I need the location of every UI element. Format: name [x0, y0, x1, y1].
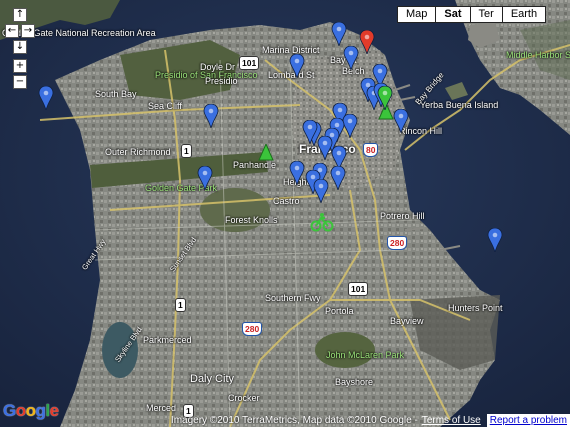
map-type-map-button[interactable]: Map — [397, 6, 437, 23]
i80-shield: 80 — [363, 143, 379, 157]
pan-down-button[interactable]: ↓ — [13, 40, 27, 54]
pan-left-button[interactable]: ← — [5, 24, 19, 38]
red-location-pin-icon[interactable] — [359, 30, 375, 54]
blue-location-pin-icon[interactable] — [203, 104, 219, 128]
report-problem-link[interactable]: Report a problem — [486, 414, 570, 427]
map-type-control: Map Sat Ter Earth — [397, 6, 547, 23]
zoom-out-button[interactable]: − — [13, 75, 27, 89]
ca1-shield: 1 — [175, 298, 186, 312]
park-marker-icon[interactable] — [258, 144, 274, 162]
pan-up-button[interactable]: ↑ — [13, 8, 27, 22]
i280-shield: 280 — [387, 236, 408, 250]
bicycle-marker-icon[interactable] — [310, 212, 334, 232]
map-footer: Imagery ©2010 TerraMetrics, Map data ©20… — [171, 414, 570, 427]
blue-location-pin-icon[interactable] — [313, 179, 329, 203]
logo-text: Google — [3, 401, 59, 420]
map-type-ter-button[interactable]: Ter — [469, 6, 503, 23]
copyright-text: Imagery ©2010 TerraMetrics, Map data ©20… — [170, 415, 418, 426]
pan-right-button[interactable]: → — [21, 24, 35, 38]
map-imagery — [0, 0, 570, 427]
blue-location-pin-icon[interactable] — [330, 166, 346, 190]
blue-location-pin-icon[interactable] — [289, 161, 305, 185]
blue-location-pin-icon[interactable] — [317, 136, 333, 160]
terms-of-use-link[interactable]: Terms of Use — [422, 415, 487, 426]
blue-location-pin-icon[interactable] — [343, 46, 359, 70]
ca1-shield: 1 — [181, 144, 192, 158]
blue-location-pin-icon[interactable] — [393, 109, 409, 133]
blue-location-pin-icon[interactable] — [289, 54, 305, 78]
green-location-pin-icon[interactable] — [377, 86, 393, 110]
i280-shield: 280 — [242, 322, 263, 336]
map-type-earth-button[interactable]: Earth — [501, 6, 547, 23]
zoom-in-button[interactable]: + — [13, 59, 27, 73]
blue-location-pin-icon[interactable] — [331, 22, 347, 46]
blue-location-pin-icon[interactable] — [302, 120, 318, 144]
blue-location-pin-icon[interactable] — [487, 228, 503, 252]
blue-location-pin-icon[interactable] — [38, 86, 54, 110]
map-type-sat-button[interactable]: Sat — [435, 6, 471, 23]
us101-shield: 101 — [348, 282, 369, 296]
us101-shield: 101 — [239, 56, 260, 70]
blue-location-pin-icon[interactable] — [197, 166, 213, 190]
satellite-map[interactable]: Golden Gate National Recreation Area Sou… — [0, 0, 570, 427]
google-logo[interactable]: Google — [3, 401, 59, 421]
